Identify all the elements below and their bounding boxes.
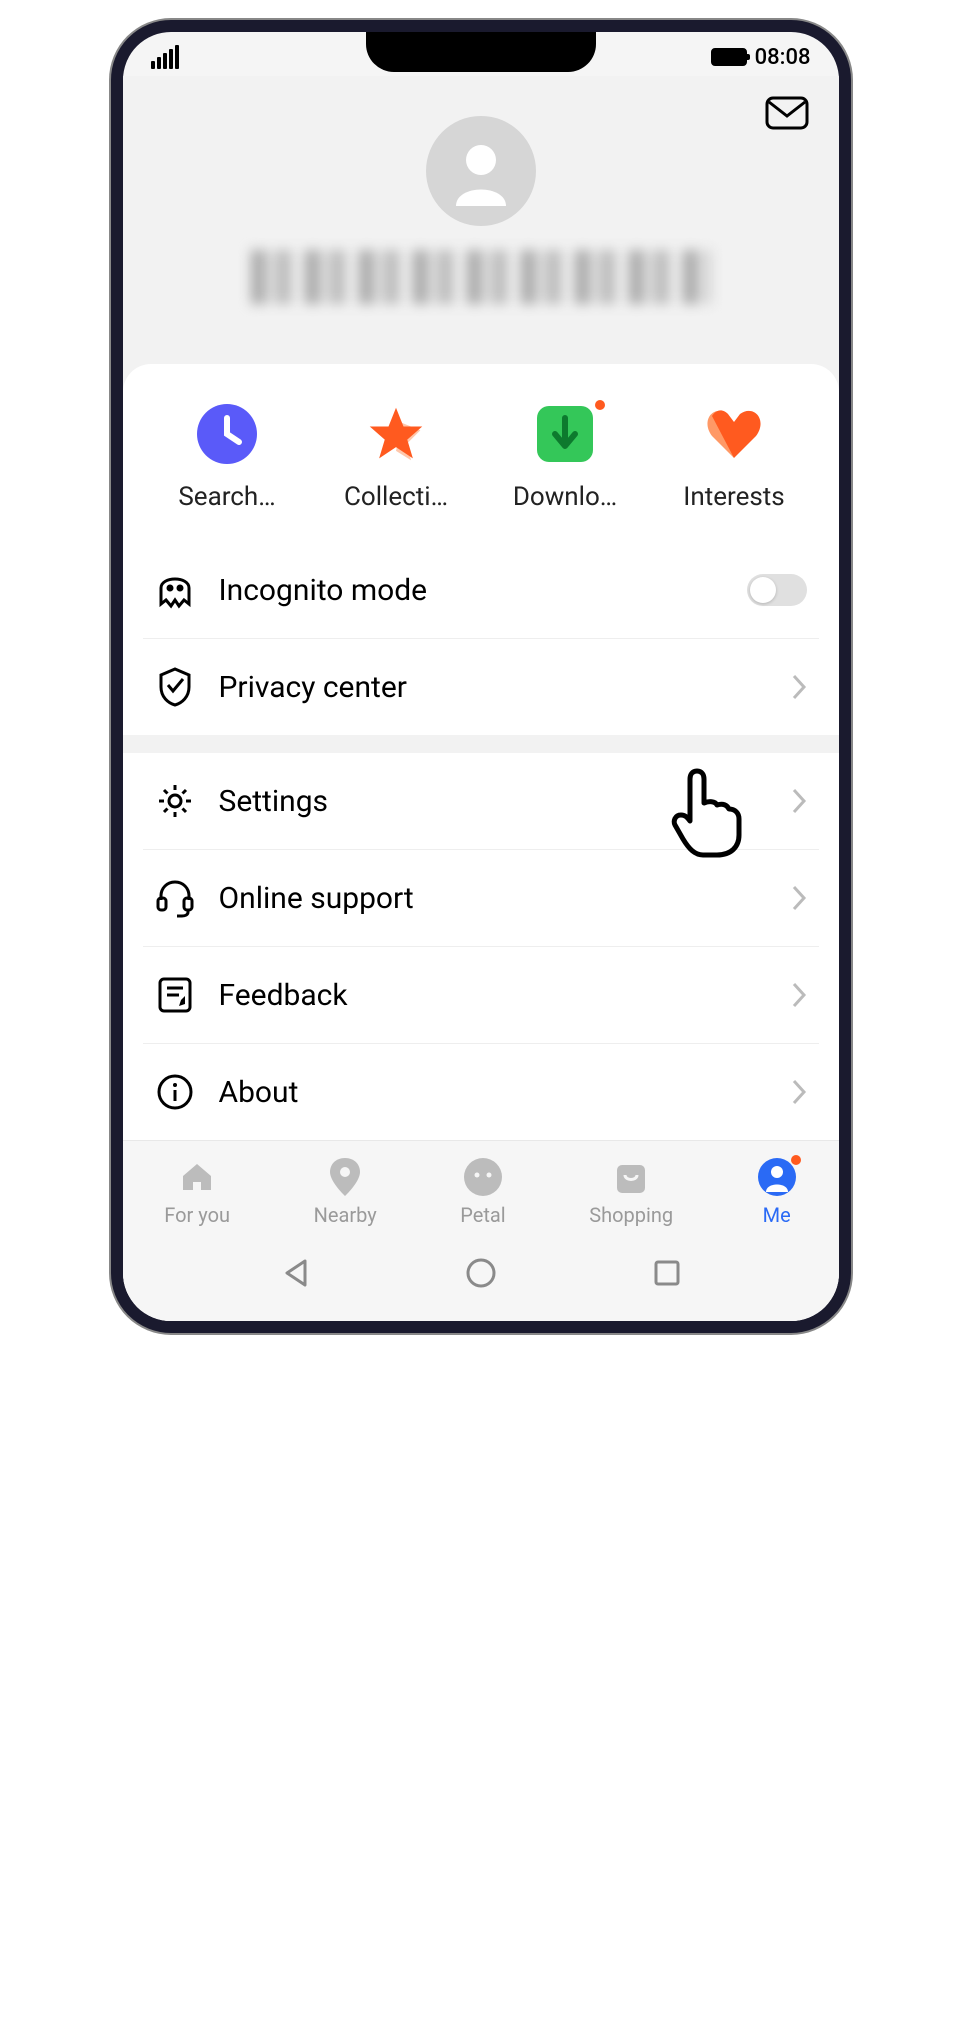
chevron-right-icon (791, 673, 807, 701)
location-pin-icon (330, 1158, 360, 1196)
info-icon (156, 1073, 194, 1111)
battery-icon (711, 48, 747, 66)
download-icon (537, 406, 593, 462)
headset-icon (155, 878, 195, 918)
tab-label: Me (763, 1203, 791, 1227)
ghost-icon (157, 570, 193, 610)
circle-home-icon (465, 1257, 497, 1289)
tab-shopping[interactable]: Shopping (589, 1157, 673, 1227)
row-feedback[interactable]: Feedback (143, 947, 819, 1044)
quick-label: Interests (683, 482, 784, 512)
person-icon (446, 136, 516, 206)
chevron-right-icon (791, 884, 807, 912)
notification-dot-icon (791, 1155, 801, 1165)
quick-label: Downlo… (513, 482, 617, 512)
content-card: Search… Collecti… (123, 364, 839, 1140)
quick-search-history[interactable]: Search… (152, 404, 302, 512)
tab-label: Nearby (314, 1203, 377, 1227)
chevron-right-icon (791, 787, 807, 815)
phone-frame: 08:08 (111, 20, 851, 1333)
username-redacted (251, 250, 711, 304)
system-nav-bar (123, 1235, 839, 1321)
star-icon (366, 402, 426, 466)
chevron-right-icon (791, 981, 807, 1009)
tab-me[interactable]: Me (757, 1157, 797, 1227)
quick-actions: Search… Collecti… (143, 404, 819, 512)
row-label: About (219, 1075, 767, 1110)
incognito-toggle[interactable] (747, 574, 807, 606)
gear-icon (156, 782, 194, 820)
section-divider (123, 735, 839, 753)
tab-label: Shopping (589, 1203, 673, 1227)
avatar[interactable] (426, 116, 536, 226)
nav-recent[interactable] (653, 1259, 681, 1291)
clock-icon (197, 404, 257, 464)
nav-home[interactable] (465, 1257, 497, 1293)
home-icon (179, 1160, 215, 1194)
shield-check-icon (158, 667, 192, 707)
row-settings[interactable]: Settings (143, 753, 819, 850)
status-time: 08:08 (755, 45, 811, 70)
envelope-icon (765, 96, 809, 130)
row-label: Incognito mode (219, 573, 723, 608)
quick-label: Collecti… (344, 482, 448, 512)
row-about[interactable]: About (143, 1044, 819, 1140)
tab-label: Petal (460, 1203, 505, 1227)
person-icon (758, 1158, 796, 1196)
row-label: Online support (219, 881, 767, 916)
phone-notch (366, 32, 596, 72)
signal-icon (151, 45, 179, 69)
square-recent-icon (653, 1259, 681, 1287)
quick-downloads[interactable]: Downlo… (490, 404, 640, 512)
tutorial-pointer-icon (669, 763, 749, 863)
messages-button[interactable] (765, 96, 809, 134)
triangle-back-icon (281, 1258, 309, 1288)
row-label: Privacy center (219, 670, 767, 705)
shopping-bag-icon (614, 1159, 648, 1195)
nav-back[interactable] (281, 1258, 309, 1292)
face-icon (464, 1158, 502, 1196)
row-privacy-center[interactable]: Privacy center (143, 639, 819, 735)
settings-list-a: Incognito mode Privacy center (143, 542, 819, 735)
chevron-right-icon (791, 1078, 807, 1106)
quick-collections[interactable]: Collecti… (321, 404, 471, 512)
bottom-tabbar: For you Nearby Petal Shopping (123, 1140, 839, 1235)
tab-nearby[interactable]: Nearby (314, 1157, 377, 1227)
tab-for-you[interactable]: For you (164, 1157, 230, 1227)
settings-list-b: Settings (143, 753, 819, 1140)
quick-label: Search… (178, 482, 275, 512)
notification-dot-icon (595, 400, 605, 410)
heart-icon (704, 406, 764, 462)
row-online-support[interactable]: Online support (143, 850, 819, 947)
profile-header (123, 76, 839, 364)
tab-petal[interactable]: Petal (460, 1157, 505, 1227)
row-incognito[interactable]: Incognito mode (143, 542, 819, 639)
row-label: Feedback (219, 978, 767, 1013)
quick-interests[interactable]: Interests (659, 404, 809, 512)
tab-label: For you (164, 1203, 230, 1227)
feedback-note-icon (157, 976, 193, 1014)
